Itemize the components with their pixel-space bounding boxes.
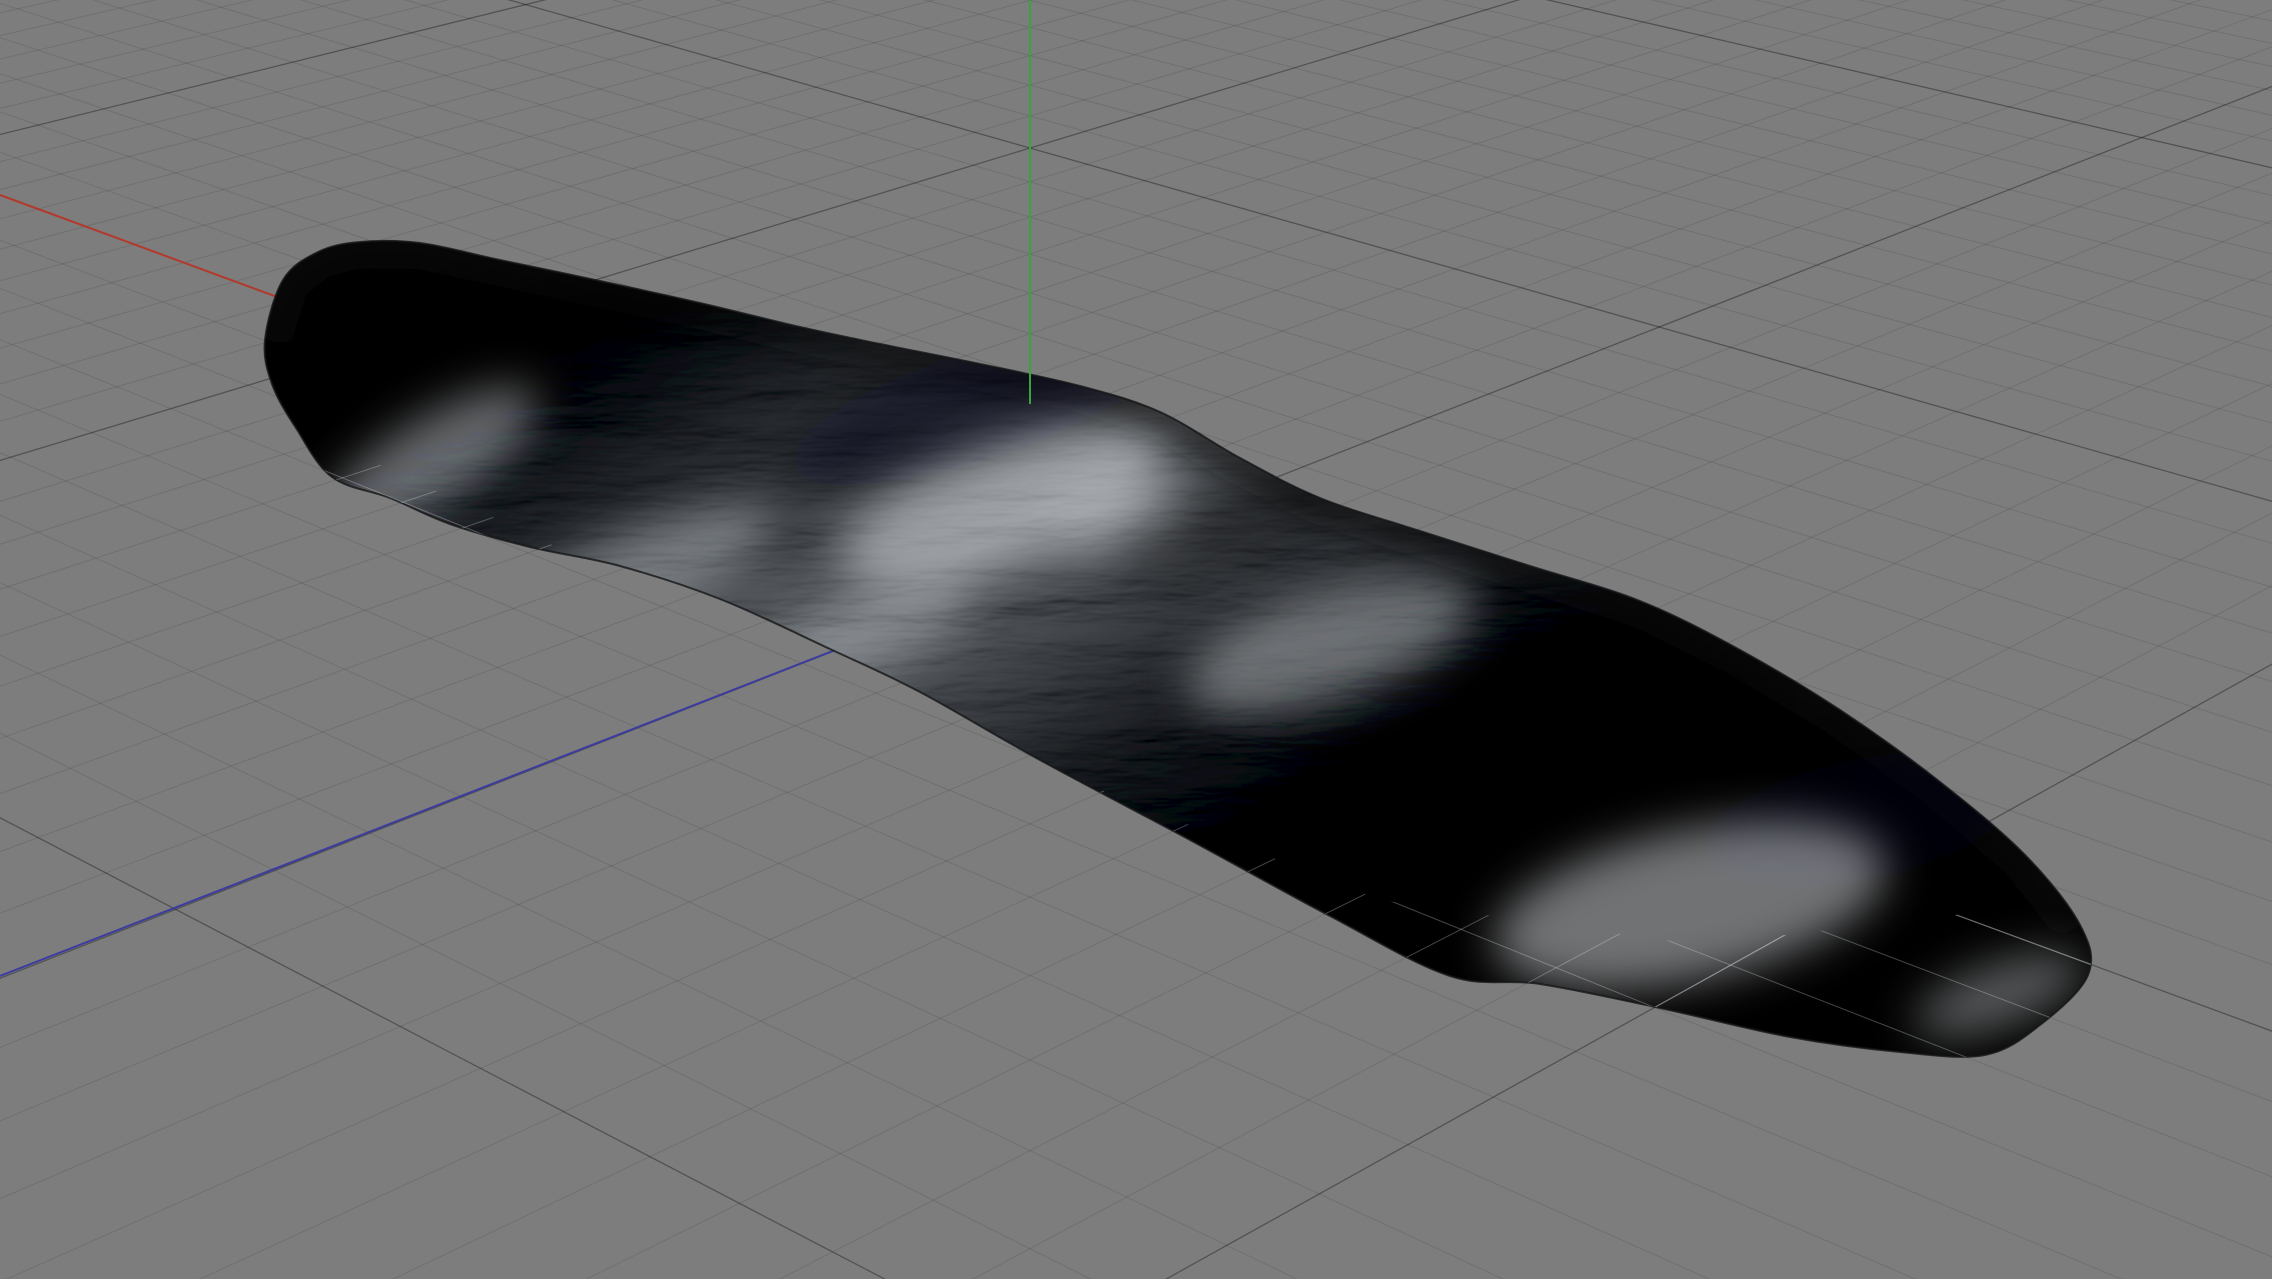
scene-canvas xyxy=(0,0,2272,1279)
3d-viewport[interactable] xyxy=(0,0,2272,1279)
